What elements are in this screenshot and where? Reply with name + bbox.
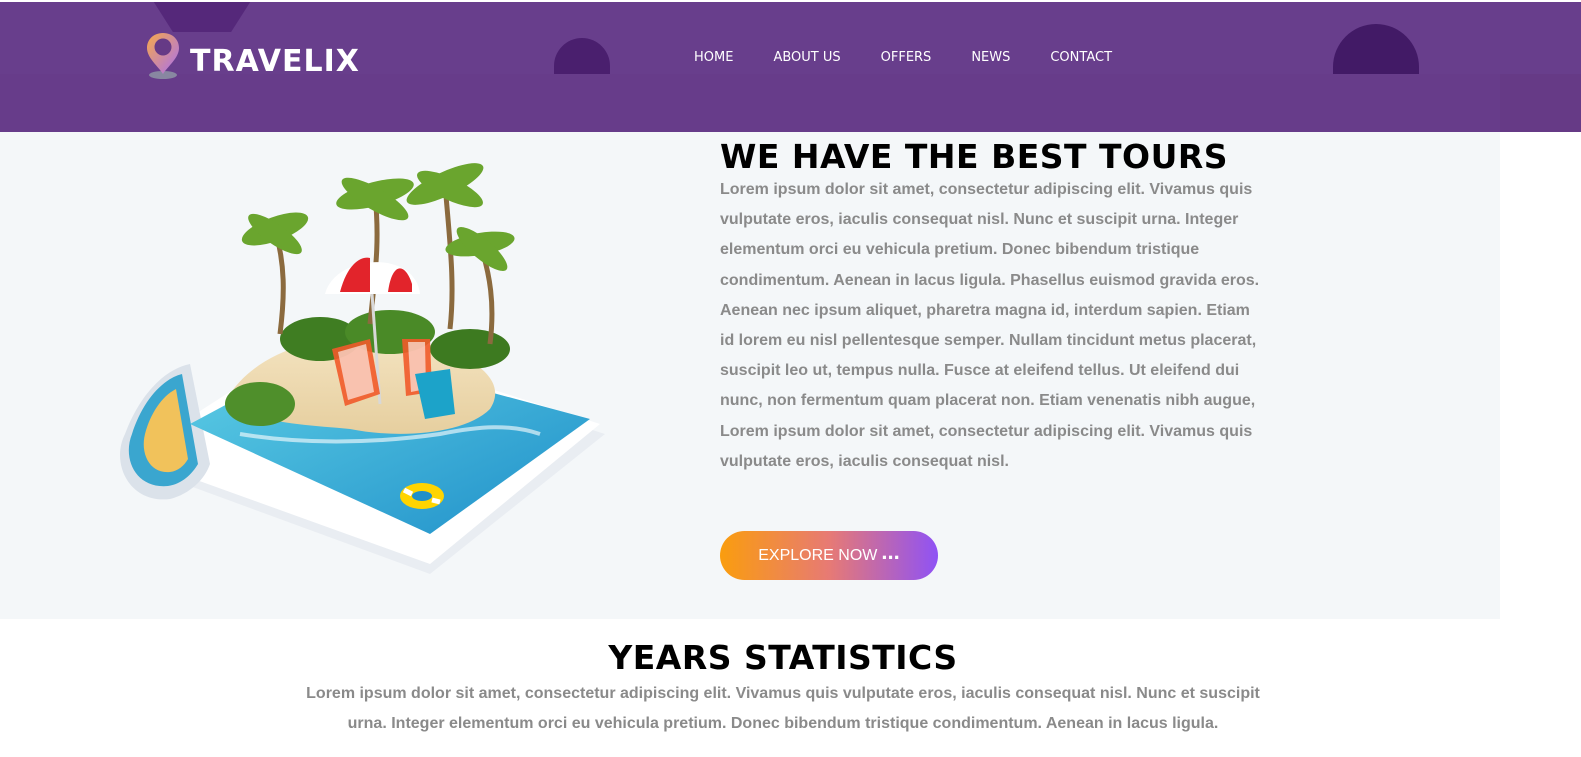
nav-home[interactable]: HOME — [694, 50, 733, 65]
nav-contact[interactable]: CONTACT — [1050, 50, 1112, 65]
hero-title: WE HAVE THE BEST TOURS — [720, 137, 1229, 176]
main-nav: HOME ABOUT US OFFERS NEWS CONTACT — [694, 50, 1152, 65]
explore-now-button[interactable]: EXPLORE NOW ... — [720, 531, 938, 580]
hero-description: Lorem ipsum dolor sit amet, consectetur … — [720, 181, 1260, 470]
beach-island-magazine-image — [120, 163, 605, 574]
stats-description: Lorem ipsum dolor sit amet, consectetur … — [306, 685, 1260, 732]
nav-offers[interactable]: OFFERS — [881, 50, 932, 65]
map-pin-icon — [147, 33, 179, 79]
site-header: TRAVELIX HOME ABOUT US OFFERS NEWS CONTA… — [0, 2, 1581, 132]
brand-name: TRAVELIX — [190, 43, 360, 79]
header-band-bottom — [0, 74, 1500, 132]
logo[interactable]: TRAVELIX — [144, 30, 360, 82]
more-dots-icon: ... — [881, 538, 900, 564]
explore-now-label: EXPLORE NOW — [758, 546, 878, 564]
stats-title: YEARS STATISTICS — [608, 638, 958, 677]
nav-about-us[interactable]: ABOUT US — [773, 50, 840, 65]
nav-news[interactable]: NEWS — [971, 50, 1010, 65]
